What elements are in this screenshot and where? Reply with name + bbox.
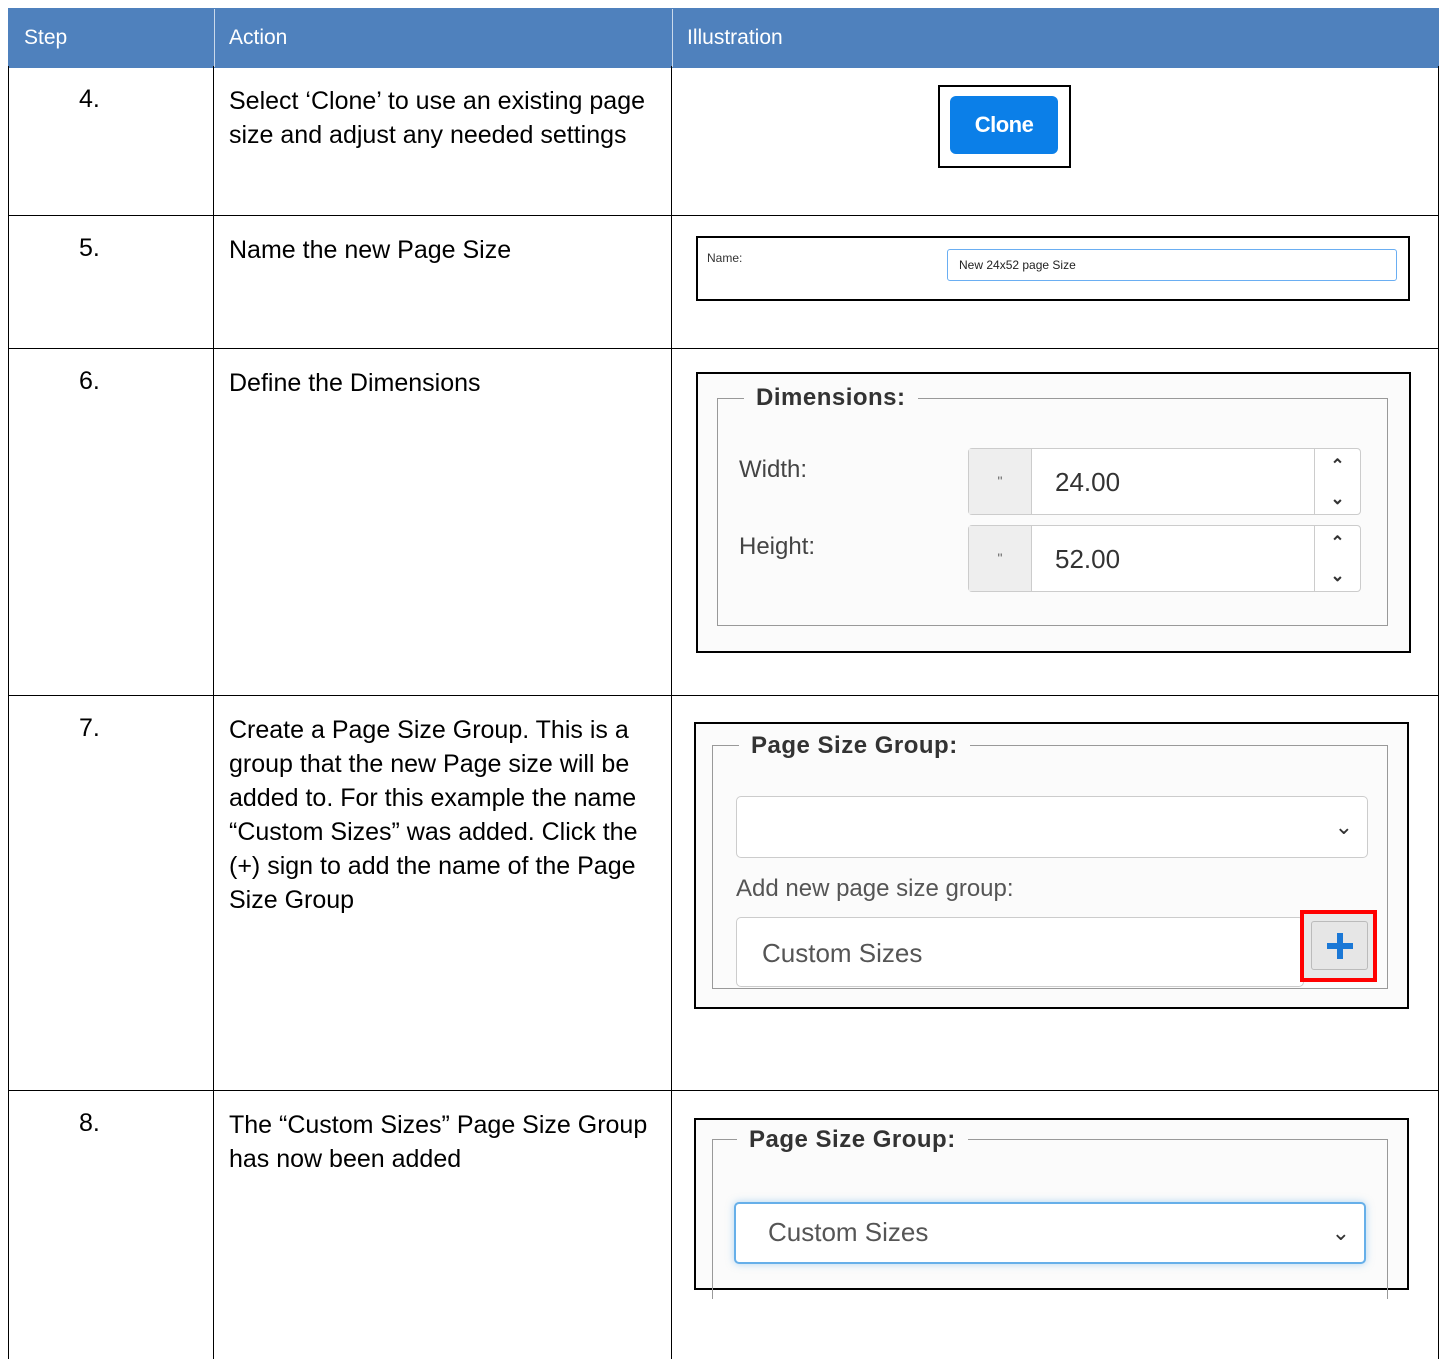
page-size-group-select-value: Custom Sizes (768, 1217, 929, 1247)
dimensions-legend: Dimensions: (744, 384, 918, 412)
clone-screenshot-frame: Clone (938, 85, 1071, 168)
table-row: 4. Select ‘Clone’ to use an existing pag… (8, 66, 1439, 216)
width-spinner: ⌃ ⌄ (1314, 449, 1360, 514)
width-label: Width: (739, 456, 808, 483)
header-step: Step (24, 26, 68, 49)
table-header-row: Step Action Illustration (8, 8, 1439, 68)
add-group-button[interactable] (1311, 921, 1368, 970)
clone-button[interactable]: Clone (950, 96, 1058, 154)
table-row: 8. The “Custom Sizes” Page Size Group ha… (8, 1090, 1439, 1359)
step-action: Select ‘Clone’ to use an existing page s… (229, 87, 646, 149)
header-action: Action (229, 26, 288, 49)
height-label: Height: (739, 533, 816, 560)
chevron-up-icon[interactable]: ⌃ (1315, 449, 1360, 482)
step-number: 8. (79, 1109, 100, 1137)
header-divider (214, 9, 215, 67)
new-group-name-input[interactable]: Custom Sizes (736, 917, 1304, 987)
header-divider (672, 9, 673, 67)
width-unit: " (969, 449, 1032, 514)
step-action: Name the new Page Size (229, 236, 512, 264)
page-size-group-panel: Page Size Group: ⌄ Add new page size gro… (694, 722, 1409, 1009)
plus-button-highlight (1300, 910, 1377, 982)
table-row: 6. Define the Dimensions Dimensions: Wid… (8, 348, 1439, 696)
step-number: 4. (79, 85, 100, 113)
step-illustration: Name: New 24x52 page Size (672, 215, 1438, 348)
page-size-group-legend: Page Size Group: (737, 1126, 968, 1154)
width-stepper[interactable]: " 24.00 ⌃ ⌄ (968, 448, 1361, 515)
table-row: 5. Name the new Page Size Name: New 24x5… (8, 215, 1439, 349)
step-number: 5. (79, 234, 100, 262)
height-stepper[interactable]: " 52.00 ⌃ ⌄ (968, 525, 1361, 592)
step-action: Create a Page Size Group. This is a grou… (229, 716, 638, 914)
height-unit: " (969, 526, 1032, 591)
step-number: 7. (79, 714, 100, 742)
step-illustration: Page Size Group: ⌄ Add new page size gro… (672, 695, 1438, 1090)
table-row: 7. Create a Page Size Group. This is a g… (8, 695, 1439, 1091)
page-size-group-result-panel: Page Size Group: Custom Sizes ⌄ (694, 1118, 1409, 1299)
page-size-group-select[interactable]: Custom Sizes ⌄ (734, 1202, 1366, 1264)
plus-icon (1326, 932, 1353, 959)
step-illustration: Page Size Group: Custom Sizes ⌄ (672, 1090, 1438, 1359)
step-action: Define the Dimensions (229, 369, 481, 397)
chevron-down-icon[interactable]: ⌄ (1315, 482, 1360, 515)
name-input[interactable]: New 24x52 page Size (947, 249, 1397, 281)
width-value[interactable]: 24.00 (1055, 467, 1120, 498)
chevron-down-icon[interactable]: ⌄ (1315, 559, 1360, 592)
name-label: Name: (707, 251, 743, 265)
header-illustration: Illustration (687, 26, 783, 49)
name-field-screenshot: Name: New 24x52 page Size (696, 236, 1410, 301)
chevron-up-icon[interactable]: ⌃ (1315, 526, 1360, 559)
dimensions-panel: Dimensions: Width: " 24.00 ⌃ ⌄ Height: "… (696, 372, 1411, 653)
new-group-name-value: Custom Sizes (762, 938, 923, 968)
chevron-down-icon: ⌄ (1331, 1220, 1350, 1245)
step-illustration: Clone (672, 66, 1438, 215)
page-size-group-legend: Page Size Group: (739, 732, 970, 760)
add-group-label: Add new page size group: (736, 875, 1014, 902)
step-action: The “Custom Sizes” Page Size Group has n… (229, 1111, 648, 1173)
height-spinner: ⌃ ⌄ (1314, 526, 1360, 591)
chevron-down-icon: ⌄ (1334, 814, 1353, 839)
page-size-group-select[interactable]: ⌄ (736, 796, 1368, 858)
step-illustration: Dimensions: Width: " 24.00 ⌃ ⌄ Height: "… (672, 348, 1438, 695)
height-value[interactable]: 52.00 (1055, 544, 1120, 575)
step-number: 6. (79, 367, 100, 395)
